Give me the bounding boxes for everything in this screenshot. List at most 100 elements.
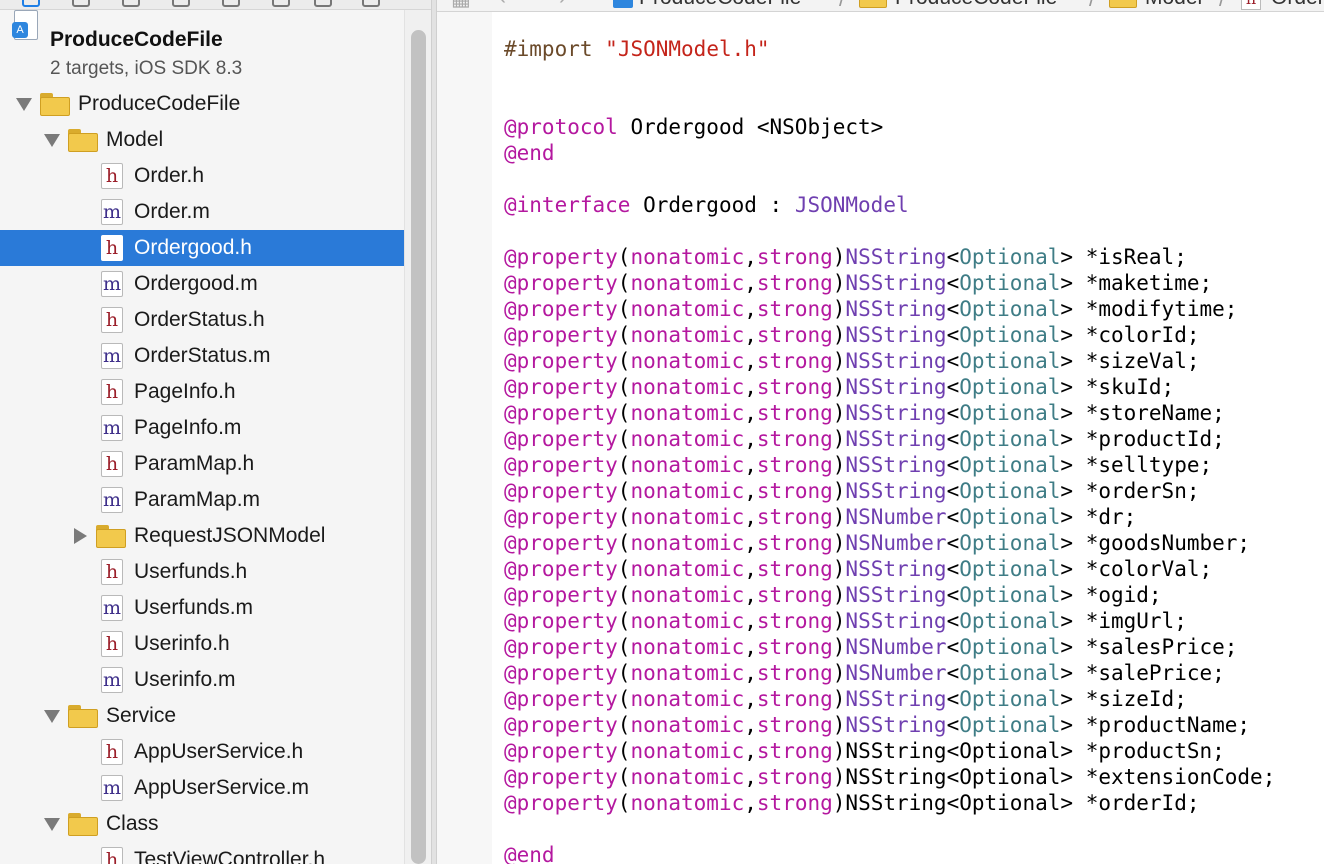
- code-line-property: @property(nonatomic,strong)NSString<Opti…: [504, 687, 1187, 711]
- attr-nonatomic: nonatomic: [630, 453, 745, 477]
- editor-gutter[interactable]: [437, 12, 492, 864]
- navigator-file-item[interactable]: h Userfunds.h: [0, 554, 404, 590]
- attr-nonatomic: nonatomic: [630, 245, 745, 269]
- project-navigator: A ProduceCodeFile 2 targets, iOS SDK 8.3…: [0, 0, 431, 864]
- property-name: *goodsNumber;: [1085, 531, 1251, 555]
- navigator-item-label: Userinfo.m: [134, 668, 236, 691]
- navigator-file-item[interactable]: h TestViewController.h: [0, 842, 404, 864]
- jump-bar-separator-icon: /: [1219, 0, 1225, 11]
- property-name: *colorId;: [1085, 323, 1200, 347]
- attr-nonatomic: nonatomic: [630, 401, 745, 425]
- navigator-file-item[interactable]: m PageInfo.m: [0, 410, 404, 446]
- navigator-file-item[interactable]: m Userinfo.m: [0, 662, 404, 698]
- debug-navigator-tab-icon[interactable]: [272, 0, 290, 7]
- navigator-file-item[interactable]: h OrderStatus.h: [0, 302, 404, 338]
- attr-nonatomic: nonatomic: [630, 375, 745, 399]
- attr-strong: strong: [756, 323, 833, 347]
- issue-navigator-tab-icon[interactable]: [172, 0, 190, 7]
- implementation-file-icon: m: [101, 343, 123, 369]
- property-type: NSString: [845, 323, 947, 347]
- property-keyword: @property: [504, 479, 618, 503]
- report-navigator-tab-icon[interactable]: [362, 0, 380, 7]
- optional-protocol: Optional: [959, 427, 1061, 451]
- navigator-file-item[interactable]: m Userfunds.m: [0, 590, 404, 626]
- header-file-icon: h: [101, 379, 123, 405]
- attr-strong: strong: [756, 765, 833, 789]
- jump-bar-project[interactable]: ProduceCodeFile: [639, 0, 801, 10]
- attr-strong: strong: [756, 635, 833, 659]
- property-type: NSString: [845, 713, 947, 737]
- property-keyword: @property: [504, 505, 618, 529]
- navigator-file-item[interactable]: m Order.m: [0, 194, 404, 230]
- jump-bar-model-group[interactable]: Model: [1145, 0, 1202, 10]
- navigator-group-item[interactable]: ProduceCodeFile: [0, 86, 404, 122]
- jump-bar-file[interactable]: Ordergood.h: [1271, 0, 1324, 10]
- navigator-group-item[interactable]: Model: [0, 122, 404, 158]
- navigator-item-label: Class: [106, 812, 159, 835]
- back-arrow-icon[interactable]: ‹: [499, 0, 506, 10]
- import-filename: "JSONModel.h": [605, 37, 770, 61]
- attr-nonatomic: nonatomic: [630, 531, 745, 555]
- import-directive: #import: [504, 37, 593, 61]
- property-type: NSNumber: [845, 531, 947, 555]
- property-keyword: @property: [504, 557, 618, 581]
- navigator-file-item[interactable]: h PageInfo.h: [0, 374, 404, 410]
- navigator-item-label: PageInfo.h: [134, 380, 236, 403]
- navigator-file-item[interactable]: m OrderStatus.m: [0, 338, 404, 374]
- navigator-scrollbar[interactable]: [411, 30, 426, 864]
- disclosure-expanded-icon[interactable]: [44, 710, 60, 723]
- symbol-navigator-tab-icon[interactable]: [72, 0, 90, 7]
- property-name: *productName;: [1085, 713, 1251, 737]
- property-keyword: @property: [504, 271, 618, 295]
- code-line-import: #import "JSONModel.h": [504, 36, 770, 62]
- property-keyword: @property: [504, 791, 618, 815]
- optional-protocol: Optional: [959, 349, 1061, 373]
- optional-protocol: Optional: [959, 245, 1061, 269]
- property-name: *productSn;: [1085, 739, 1225, 763]
- navigator-file-item[interactable]: m Ordergood.m: [0, 266, 404, 302]
- project-navigator-tab-icon[interactable]: [22, 0, 40, 7]
- optional-protocol: Optional: [959, 401, 1061, 425]
- navigator-group-item[interactable]: Class: [0, 806, 404, 842]
- related-items-icon[interactable]: ▦: [451, 0, 471, 11]
- navigator-file-item[interactable]: h Userinfo.h: [0, 626, 404, 662]
- disclosure-collapsed-icon[interactable]: [74, 528, 87, 544]
- code-line-property: @property(nonatomic,strong)NSString<Opti…: [504, 791, 1200, 815]
- disclosure-expanded-icon[interactable]: [16, 98, 32, 111]
- attr-strong: strong: [756, 583, 833, 607]
- attr-nonatomic: nonatomic: [630, 583, 745, 607]
- navigator-file-item[interactable]: h Order.h: [0, 158, 404, 194]
- navigator-item-label: Ordergood.h: [134, 236, 252, 259]
- code-line-interface-end: @end: [504, 842, 555, 864]
- navigator-item-label: OrderStatus.m: [134, 344, 271, 367]
- jump-bar-group[interactable]: ProduceCodeFile: [895, 0, 1057, 10]
- header-file-icon: h: [101, 739, 123, 765]
- property-type: NSString: [845, 375, 947, 399]
- forward-arrow-icon[interactable]: ›: [559, 0, 566, 10]
- navigator-file-item[interactable]: h ParamMap.h: [0, 446, 404, 482]
- property-name: *productId;: [1085, 427, 1225, 451]
- attr-strong: strong: [756, 661, 833, 685]
- disclosure-expanded-icon[interactable]: [44, 818, 60, 831]
- disclosure-expanded-icon[interactable]: [44, 134, 60, 147]
- source-editor[interactable]: #import "JSONModel.h" @protocol Ordergoo…: [492, 12, 1324, 864]
- navigator-group-item[interactable]: RequestJSONModel: [0, 518, 404, 554]
- property-type: NSString: [845, 427, 947, 451]
- navigator-group-item[interactable]: Service: [0, 698, 404, 734]
- navigator-file-item[interactable]: h AppUserService.h: [0, 734, 404, 770]
- property-type: NSString: [845, 297, 947, 321]
- code-line-protocol: @protocol Ordergood <NSObject>: [504, 114, 883, 140]
- attr-nonatomic: nonatomic: [630, 505, 745, 529]
- navigator-item-label: Userfunds.h: [134, 560, 248, 583]
- property-type: NSString: [845, 687, 947, 711]
- code-line-property: @property(nonatomic,strong)NSString<Opti…: [504, 349, 1200, 373]
- navigator-file-item[interactable]: m ParamMap.m: [0, 482, 404, 518]
- navigator-file-item[interactable]: h Ordergood.h: [0, 230, 404, 266]
- find-navigator-tab-icon[interactable]: [122, 0, 140, 7]
- breakpoint-navigator-tab-icon[interactable]: [314, 0, 332, 7]
- navigator-item-label: Order.m: [134, 200, 210, 223]
- navigator-item-label: Service: [106, 704, 177, 727]
- navigator-file-item[interactable]: m AppUserService.m: [0, 770, 404, 806]
- test-navigator-tab-icon[interactable]: [222, 0, 240, 7]
- optional-protocol: Optional: [959, 687, 1061, 711]
